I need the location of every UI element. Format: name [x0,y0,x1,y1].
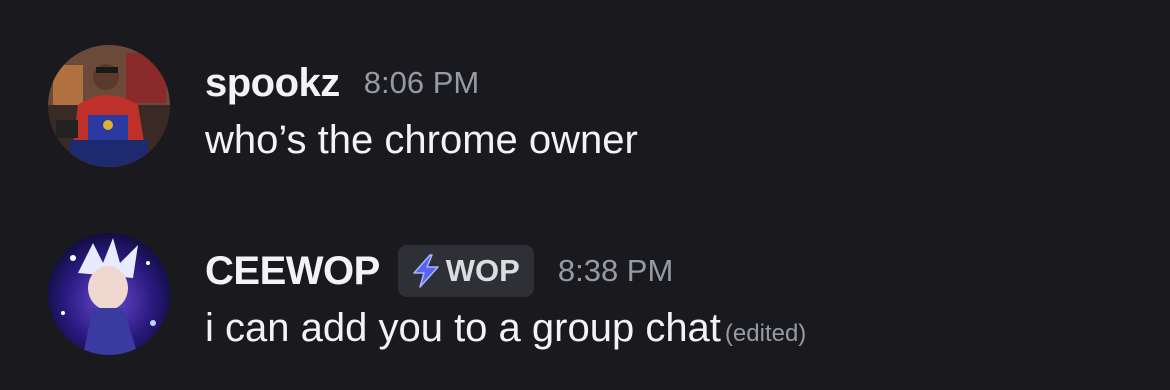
chat-message: spookz 8:06 PM who’s the chrome owner [0,40,1170,170]
username[interactable]: spookz [205,61,340,106]
message-text: who’s the chrome owner [205,118,638,162]
message-header: CEEWOP WOP 8:38 PM [205,245,674,297]
clan-tag[interactable]: WOP [397,245,534,297]
chat-message: CEEWOP WOP 8:38 PM i can add you to a gr… [0,228,1170,358]
avatar-photo [48,45,170,167]
username[interactable]: CEEWOP [205,249,380,294]
message-header: spookz 8:06 PM [205,58,479,108]
message-content: who’s the chrome owner [205,118,638,163]
avatar[interactable] [48,45,170,167]
avatar[interactable] [48,233,170,355]
message-text: i can add you to a group chat [205,306,721,350]
lightning-bolt-icon [410,253,442,289]
avatar-anime-art [48,233,170,355]
message-content: i can add you to a group chat (edited) [205,306,806,351]
clan-tag-label: WOP [445,253,520,288]
timestamp: 8:38 PM [557,253,674,288]
edited-label: (edited) [724,320,807,347]
timestamp: 8:06 PM [363,65,480,100]
